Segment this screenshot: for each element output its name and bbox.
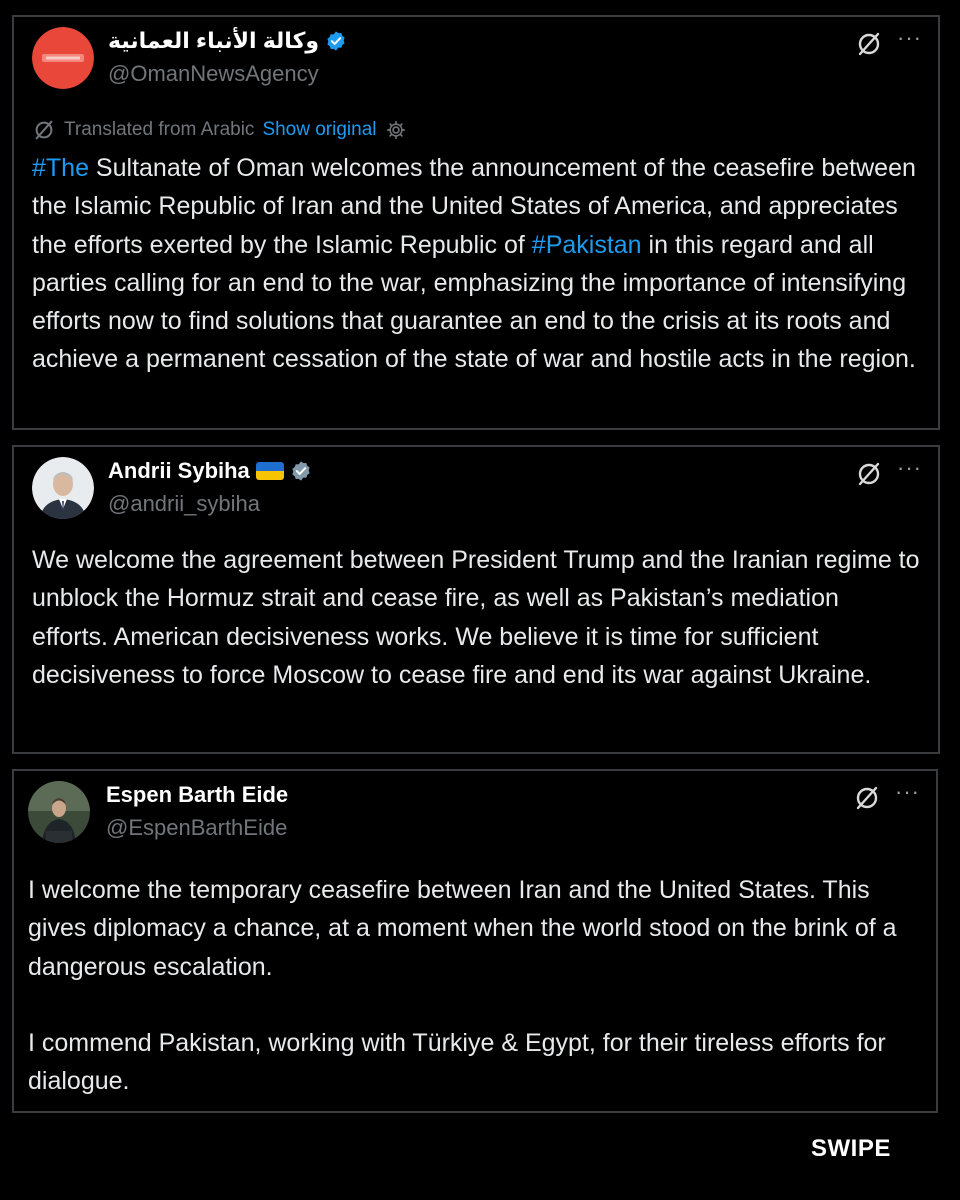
grok-translate-icon <box>35 120 53 140</box>
hashtag-link[interactable]: #Pakistan <box>532 231 642 259</box>
ukraine-flag-icon <box>255 462 284 480</box>
post-text: I welcome the temporary ceasefire betwee… <box>28 871 918 1100</box>
profile-photo-icon <box>28 781 90 843</box>
settings-gear-icon[interactable] <box>385 119 407 141</box>
author-handle[interactable]: @EspenBarthEide <box>106 815 287 841</box>
profile-photo-icon <box>32 457 94 519</box>
post-card-andrii-sybiha[interactable]: Andrii Sybiha @andrii_sybiha ··· We welc… <box>12 445 940 754</box>
avatar[interactable] <box>32 457 94 519</box>
author-handle[interactable]: @OmanNewsAgency <box>108 61 319 87</box>
grok-icon[interactable] <box>856 31 882 57</box>
more-options-icon[interactable]: ··· <box>895 781 920 803</box>
translated-label: Translated from Arabic <box>64 119 255 140</box>
post-card-espen-barth-eide[interactable]: Espen Barth Eide @EspenBarthEide ··· I w… <box>12 769 938 1113</box>
avatar[interactable] <box>28 781 90 843</box>
author-handle[interactable]: @andrii_sybiha <box>108 491 260 517</box>
oman-news-agency-logo-icon <box>32 27 94 89</box>
swipe-label: SWIPE <box>811 1135 891 1162</box>
post-text: We welcome the agreement between Preside… <box>32 546 920 689</box>
post-text: #The Sultanate of Oman welcomes the anno… <box>32 149 920 379</box>
display-name[interactable]: Andrii Sybiha <box>108 458 250 484</box>
show-original-link[interactable]: Show original <box>262 119 376 141</box>
grok-icon[interactable] <box>854 785 880 811</box>
display-name[interactable]: Espen Barth Eide <box>106 782 288 808</box>
author-name-row: Espen Barth Eide <box>106 782 288 808</box>
display-name[interactable]: وكالة الأنباء العمانية <box>108 28 319 54</box>
post-paragraph: I welcome the temporary ceasefire betwee… <box>28 876 897 981</box>
more-options-icon[interactable]: ··· <box>897 457 922 479</box>
verified-badge-icon <box>327 31 345 51</box>
grok-icon[interactable] <box>856 461 882 487</box>
author-name-row: Andrii Sybiha <box>108 458 312 484</box>
avatar[interactable] <box>32 27 94 89</box>
post-paragraph: I commend Pakistan, working with Türkiye… <box>28 1028 886 1096</box>
post-card-oman-news-agency[interactable]: وكالة الأنباء العمانية @OmanNewsAgency ·… <box>12 15 940 430</box>
author-name-row: وكالة الأنباء العمانية <box>108 28 347 54</box>
more-options-icon[interactable]: ··· <box>897 27 922 49</box>
translation-notice: Translated from Arabic Show original <box>32 118 407 142</box>
verified-badge-icon <box>292 461 310 481</box>
hashtag-link[interactable]: #The <box>32 154 89 182</box>
